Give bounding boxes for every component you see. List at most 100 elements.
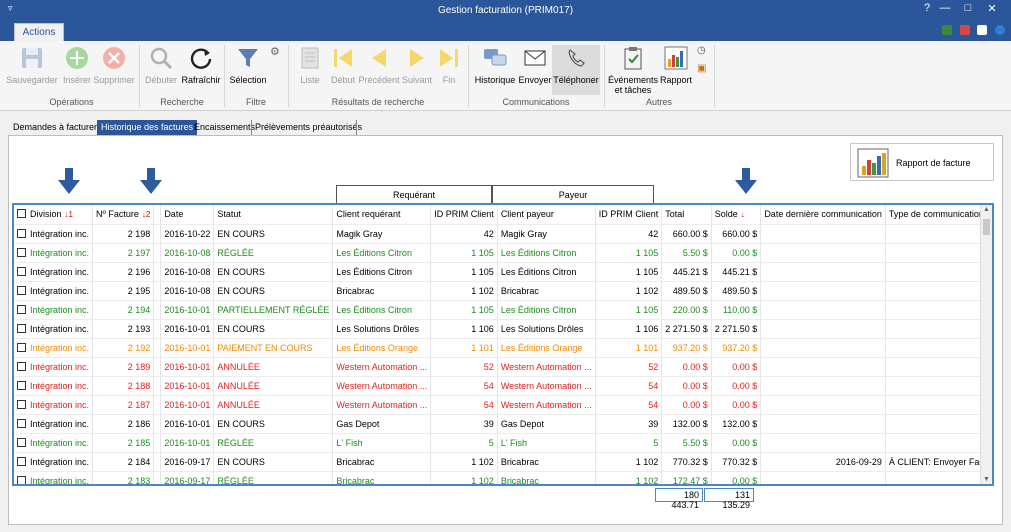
table-row[interactable]: Intégration inc. 2 197 2016-10-08 RÉGLÉE Les… xyxy=(14,243,992,263)
help-icon[interactable]: ? xyxy=(917,2,937,14)
tab-separator xyxy=(356,120,357,136)
clock-icon[interactable]: ◷ xyxy=(697,45,706,56)
save-button[interactable]: Sauvegarder xyxy=(5,45,59,85)
send-button[interactable]: Envoyer xyxy=(518,45,552,85)
cell-date: 2016-10-08 xyxy=(160,262,215,282)
cell-requester-id: 1 102 xyxy=(430,471,498,484)
row-checkbox[interactable] xyxy=(17,285,26,295)
cell-division: Intégration inc. xyxy=(14,395,94,415)
table-row[interactable]: Intégration inc. 2 187 2016-10-01 ANNULÉE We… xyxy=(14,395,992,415)
gear-icon[interactable]: ⚙ xyxy=(270,45,280,58)
cell-requester-client: Magik Gray xyxy=(332,224,432,244)
minimize-icon[interactable]: — xyxy=(935,2,955,14)
vertical-scrollbar[interactable]: ▲ ▼ xyxy=(980,205,992,484)
row-checkbox[interactable] xyxy=(17,342,26,352)
refresh-button[interactable]: Rafraîchir xyxy=(180,45,222,85)
first-button[interactable]: Début xyxy=(328,45,358,85)
row-checkbox[interactable] xyxy=(17,399,26,409)
scrollbar-thumb[interactable] xyxy=(983,219,990,235)
tab-invoice-history[interactable]: Historique des factures xyxy=(97,120,198,136)
next-button[interactable]: Suivant xyxy=(400,45,434,85)
maximize-icon[interactable]: □ xyxy=(958,2,978,14)
row-checkbox[interactable] xyxy=(17,418,26,428)
row-checkbox[interactable] xyxy=(17,323,26,333)
column-balance[interactable]: Solde ↓ xyxy=(711,205,762,225)
cell-payer-id: 1 105 xyxy=(595,262,663,282)
tab-actions[interactable]: Actions xyxy=(14,23,64,41)
row-checkbox[interactable] xyxy=(17,361,26,371)
start-search-button[interactable]: Débuter xyxy=(143,45,179,85)
tab-preauthorized-debits[interactable]: Prélèvements préautorisés xyxy=(255,120,362,136)
column-total[interactable]: Total xyxy=(661,205,712,225)
battery-icon[interactable] xyxy=(942,25,953,35)
last-button[interactable]: Fin xyxy=(434,45,464,85)
column-payer-client[interactable]: Client payeur xyxy=(497,205,596,225)
info-icon[interactable] xyxy=(995,25,1005,35)
column-payer-id[interactable]: ID PRIM Client xyxy=(595,205,663,225)
list-button[interactable]: Liste xyxy=(292,45,328,85)
sort-desc-icon: ↓1 xyxy=(64,210,73,220)
cell-spacer xyxy=(153,376,162,396)
cell-status: PARTIELLEMENT RÉGLÉE xyxy=(213,300,334,320)
close-icon[interactable]: ✕ xyxy=(982,2,1002,15)
call-button[interactable]: Téléphoner xyxy=(552,45,600,95)
row-checkbox[interactable] xyxy=(17,456,26,466)
table-row[interactable]: Intégration inc. 2 184 2016-09-17 EN COURS B… xyxy=(14,452,992,472)
cell-invoice-number: 2 183 xyxy=(92,471,155,484)
cell-spacer xyxy=(153,433,162,453)
tab-collections[interactable]: Encaissements xyxy=(194,120,255,136)
column-invoice-number[interactable]: Nº Facture ↓2 xyxy=(92,205,155,225)
row-checkbox[interactable] xyxy=(17,247,26,257)
delete-button[interactable]: Supprimer xyxy=(92,45,136,85)
table-row[interactable]: Intégration inc. 2 186 2016-10-01 EN COURS G… xyxy=(14,414,992,434)
scroll-up-icon[interactable]: ▲ xyxy=(983,206,990,213)
table-row[interactable]: Intégration inc. 2 195 2016-10-08 EN COURS B… xyxy=(14,281,992,301)
table-body: Intégration inc. 2 198 2016-10-22 EN COURS M… xyxy=(14,224,992,484)
next-icon xyxy=(410,49,424,67)
column-requester-id[interactable]: ID PRIM Client xyxy=(430,205,498,225)
previous-button[interactable]: Précédent xyxy=(358,45,400,85)
row-checkbox[interactable] xyxy=(17,266,26,276)
row-checkbox[interactable] xyxy=(17,228,26,238)
row-checkbox[interactable] xyxy=(17,475,26,484)
archive-icon[interactable]: ▣ xyxy=(697,63,706,74)
table-row[interactable]: Intégration inc. 2 183 2016-09-17 RÉGLÉE Bri… xyxy=(14,471,992,484)
insert-button[interactable]: Insérer xyxy=(60,45,94,85)
cell-total: 172.47 $ xyxy=(661,471,712,484)
report-ribbon-button[interactable]: Rapport xyxy=(659,45,693,85)
table-row[interactable]: Intégration inc. 2 189 2016-10-01 ANNULÉE We… xyxy=(14,357,992,377)
cell-communication-type xyxy=(885,338,992,358)
cell-division: Intégration inc. xyxy=(14,319,94,339)
column-spacer xyxy=(153,205,162,225)
cell-communication-type xyxy=(885,300,992,320)
cell-communication-type xyxy=(885,281,992,301)
select-all-checkbox[interactable] xyxy=(17,209,26,219)
scroll-down-icon[interactable]: ▼ xyxy=(983,476,990,483)
events-tasks-button[interactable]: Événements et tâches xyxy=(607,45,659,95)
column-last-communication-date[interactable]: Date dernière communication xyxy=(760,205,886,225)
cell-communication-type xyxy=(885,376,992,396)
table-row[interactable]: Intégration inc. 2 198 2016-10-22 EN COURS M… xyxy=(14,224,992,244)
notification-icon[interactable] xyxy=(959,25,970,35)
selection-button[interactable]: Sélection xyxy=(227,45,269,85)
table-row[interactable]: Intégration inc. 2 192 2016-10-01 PAIEMENT … xyxy=(14,338,992,358)
column-date[interactable]: Date xyxy=(160,205,215,225)
lock-icon[interactable] xyxy=(977,25,988,35)
row-checkbox[interactable] xyxy=(17,304,26,314)
table-row[interactable]: Intégration inc. 2 185 2016-10-01 RÉGLÉE L' … xyxy=(14,433,992,453)
row-checkbox[interactable] xyxy=(17,380,26,390)
tab-invoices-to-bill[interactable]: Demandes à facturer xyxy=(13,120,97,136)
table-row[interactable]: Intégration inc. 2 194 2016-10-01 PARTIELLE… xyxy=(14,300,992,320)
clipboard-check-icon xyxy=(624,47,642,70)
column-status[interactable]: Statut xyxy=(213,205,334,225)
table-row[interactable]: Intégration inc. 2 196 2016-10-08 EN COURS L… xyxy=(14,262,992,282)
row-checkbox[interactable] xyxy=(17,437,26,447)
column-division[interactable]: Division ↓1 xyxy=(14,205,94,225)
column-requester-client[interactable]: Client requérant xyxy=(332,205,432,225)
table-row[interactable]: Intégration inc. 2 193 2016-10-01 EN COURS L… xyxy=(14,319,992,339)
column-communication-type[interactable]: Type de communication xyxy=(885,205,992,225)
invoice-report-button[interactable]: Rapport de facture xyxy=(850,143,994,181)
table-row[interactable]: Intégration inc. 2 188 2016-10-01 ANNULÉE We… xyxy=(14,376,992,396)
history-button[interactable]: Historique xyxy=(472,45,518,85)
table-header-row: Division ↓1 Nº Facture ↓2 Date Statut Clie… xyxy=(14,205,992,225)
